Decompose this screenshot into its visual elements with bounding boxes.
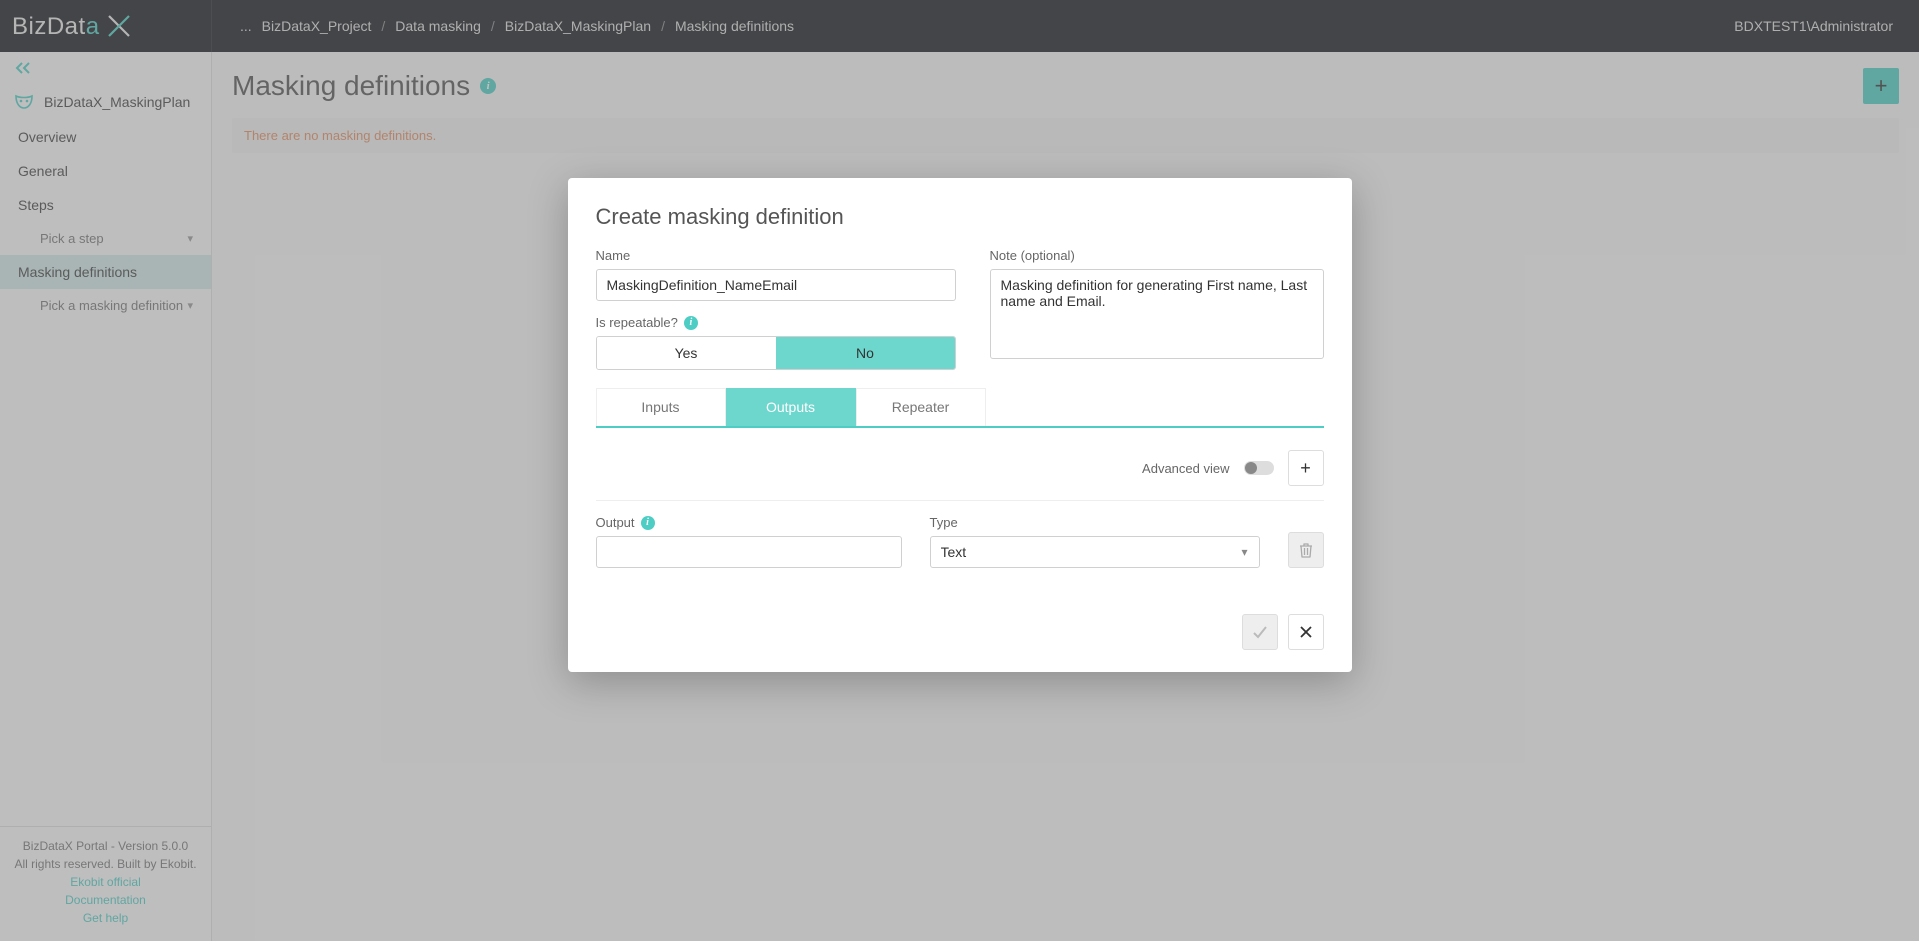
outputs-toolbar: Advanced view +	[596, 450, 1324, 501]
delete-output-button[interactable]	[1288, 532, 1324, 568]
tab-repeater[interactable]: Repeater	[856, 388, 986, 426]
note-textarea[interactable]	[990, 269, 1324, 359]
close-icon	[1300, 626, 1312, 638]
info-icon[interactable]: i	[684, 316, 698, 330]
type-select[interactable]	[930, 536, 1260, 568]
advanced-view-label: Advanced view	[1142, 461, 1229, 476]
confirm-button[interactable]	[1242, 614, 1278, 650]
output-label: Output i	[596, 515, 902, 530]
modal-tabs: Inputs Outputs Repeater	[596, 388, 1324, 428]
note-label: Note (optional)	[990, 248, 1324, 263]
modal-actions	[596, 614, 1324, 650]
repeatable-toggle: Yes No	[596, 336, 956, 370]
info-icon[interactable]: i	[641, 516, 655, 530]
name-input[interactable]	[596, 269, 956, 301]
trash-icon	[1299, 542, 1313, 558]
create-definition-modal: Create masking definition Name Is repeat…	[568, 178, 1352, 672]
repeatable-yes-option[interactable]: Yes	[597, 337, 776, 369]
advanced-view-toggle[interactable]	[1244, 461, 1274, 475]
tab-inputs[interactable]: Inputs	[596, 388, 726, 426]
check-icon	[1252, 625, 1268, 639]
repeatable-no-option[interactable]: No	[776, 337, 955, 369]
modal-title: Create masking definition	[596, 204, 1324, 230]
plus-icon: +	[1300, 458, 1311, 479]
cancel-button[interactable]	[1288, 614, 1324, 650]
name-label: Name	[596, 248, 956, 263]
output-row: Output i Type	[596, 515, 1324, 568]
tab-outputs[interactable]: Outputs	[726, 388, 856, 426]
output-name-input[interactable]	[596, 536, 902, 568]
type-label: Type	[930, 515, 1260, 530]
repeatable-label: Is repeatable? i	[596, 315, 956, 330]
add-output-button[interactable]: +	[1288, 450, 1324, 486]
